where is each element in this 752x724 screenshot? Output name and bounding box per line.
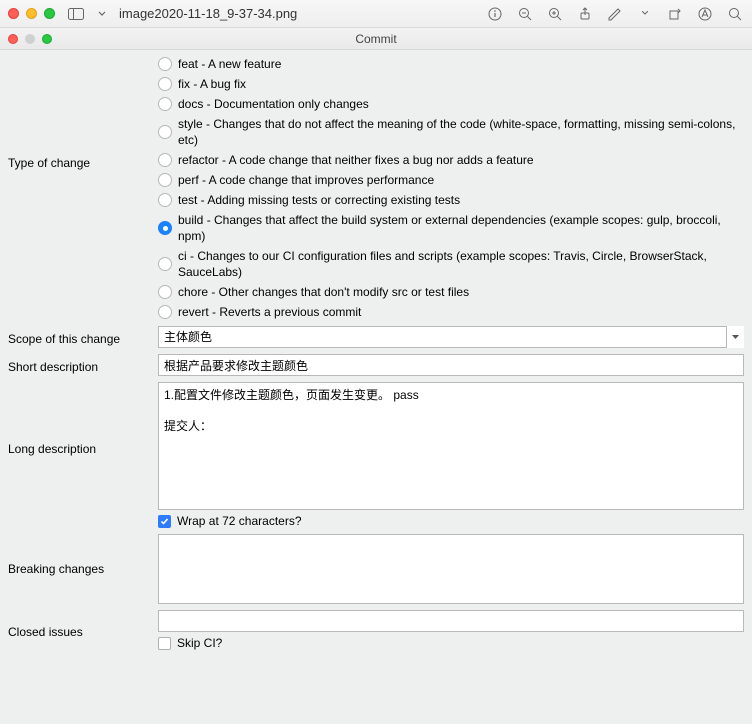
radio-indicator	[158, 285, 172, 299]
type-radio-option[interactable]: perf - A code change that improves perfo…	[158, 172, 744, 188]
sidebar-toggle-icon[interactable]	[67, 5, 85, 23]
search-icon[interactable]	[726, 5, 744, 23]
markup-icon[interactable]	[606, 5, 624, 23]
radio-label: perf - A code change that improves perfo…	[178, 172, 434, 188]
dialog-zoom-button[interactable]	[42, 34, 52, 44]
breaking-label: Breaking changes	[8, 534, 158, 576]
type-radio-option[interactable]: chore - Other changes that don't modify …	[158, 284, 744, 300]
radio-indicator	[158, 57, 172, 71]
radio-label: build - Changes that affect the build sy…	[178, 212, 744, 244]
outer-window-title: image2020-11-18_9-37-34.png	[119, 6, 297, 21]
radio-label: chore - Other changes that don't modify …	[178, 284, 469, 300]
share-icon[interactable]	[576, 5, 594, 23]
radio-label: style - Changes that do not affect the m…	[178, 116, 744, 148]
radio-label: test - Adding missing tests or correctin…	[178, 192, 460, 208]
close-window-button[interactable]	[8, 8, 19, 19]
chevron-down-icon[interactable]	[93, 5, 111, 23]
skip-ci-checkbox[interactable]	[158, 637, 171, 650]
type-radio-option[interactable]: fix - A bug fix	[158, 76, 744, 92]
breaking-changes-textarea[interactable]	[158, 534, 744, 604]
radio-indicator	[158, 193, 172, 207]
radio-label: docs - Documentation only changes	[178, 96, 369, 112]
radio-indicator	[158, 97, 172, 111]
minimize-window-button[interactable]	[26, 8, 37, 19]
chevron-down-small-icon[interactable]	[636, 5, 654, 23]
rotate-icon[interactable]	[666, 5, 684, 23]
wrap-checkbox-label: Wrap at 72 characters?	[177, 514, 302, 528]
dialog-minimize-button[interactable]	[25, 34, 35, 44]
closed-issues-label: Closed issues	[8, 621, 158, 639]
radio-indicator	[158, 125, 172, 139]
radio-indicator	[158, 173, 172, 187]
outer-traffic-lights	[8, 8, 55, 19]
radio-label: revert - Reverts a previous commit	[178, 304, 361, 320]
skip-ci-label: Skip CI?	[177, 636, 222, 650]
radio-label: refactor - A code change that neither fi…	[178, 152, 534, 168]
type-radio-option[interactable]: revert - Reverts a previous commit	[158, 304, 744, 320]
type-radio-option[interactable]: refactor - A code change that neither fi…	[158, 152, 744, 168]
annotate-icon[interactable]	[696, 5, 714, 23]
radio-indicator	[158, 77, 172, 91]
type-of-change-label: Type of change	[8, 56, 158, 170]
inner-traffic-lights	[8, 34, 52, 44]
scope-label: Scope of this change	[8, 328, 158, 346]
type-of-change-radio-group: feat - A new feature fix - A bug fix docs …	[158, 56, 744, 320]
commit-dialog-titlebar: Commit	[0, 28, 752, 50]
scope-select[interactable]: 主体颜色	[158, 326, 744, 348]
dialog-title: Commit	[0, 32, 752, 46]
closed-issues-input[interactable]	[158, 610, 744, 632]
type-radio-option[interactable]: style - Changes that do not affect the m…	[158, 116, 744, 148]
zoom-in-icon[interactable]	[546, 5, 564, 23]
outer-window-titlebar: image2020-11-18_9-37-34.png	[0, 0, 752, 28]
radio-indicator	[158, 257, 172, 271]
zoom-out-icon[interactable]	[516, 5, 534, 23]
radio-label: ci - Changes to our CI configuration fil…	[178, 248, 744, 280]
type-radio-option[interactable]: docs - Documentation only changes	[158, 96, 744, 112]
long-desc-label: Long description	[8, 382, 158, 456]
type-radio-option[interactable]: ci - Changes to our CI configuration fil…	[158, 248, 744, 280]
info-icon[interactable]	[486, 5, 504, 23]
type-radio-option[interactable]: feat - A new feature	[158, 56, 744, 72]
long-description-textarea[interactable]	[158, 382, 744, 510]
commit-form: Type of change feat - A new feature fix -…	[0, 50, 752, 724]
type-radio-option[interactable]: build - Changes that affect the build sy…	[158, 212, 744, 244]
short-description-input[interactable]	[158, 354, 744, 376]
wrap-checkbox[interactable]	[158, 515, 171, 528]
radio-indicator	[158, 305, 172, 319]
fullscreen-window-button[interactable]	[44, 8, 55, 19]
radio-label: feat - A new feature	[178, 56, 281, 72]
dialog-close-button[interactable]	[8, 34, 18, 44]
type-radio-option[interactable]: test - Adding missing tests or correctin…	[158, 192, 744, 208]
short-desc-label: Short description	[8, 356, 158, 374]
radio-label: fix - A bug fix	[178, 76, 246, 92]
scope-select-wrap: 主体颜色	[158, 326, 744, 348]
radio-indicator	[158, 153, 172, 167]
radio-indicator	[158, 221, 172, 235]
